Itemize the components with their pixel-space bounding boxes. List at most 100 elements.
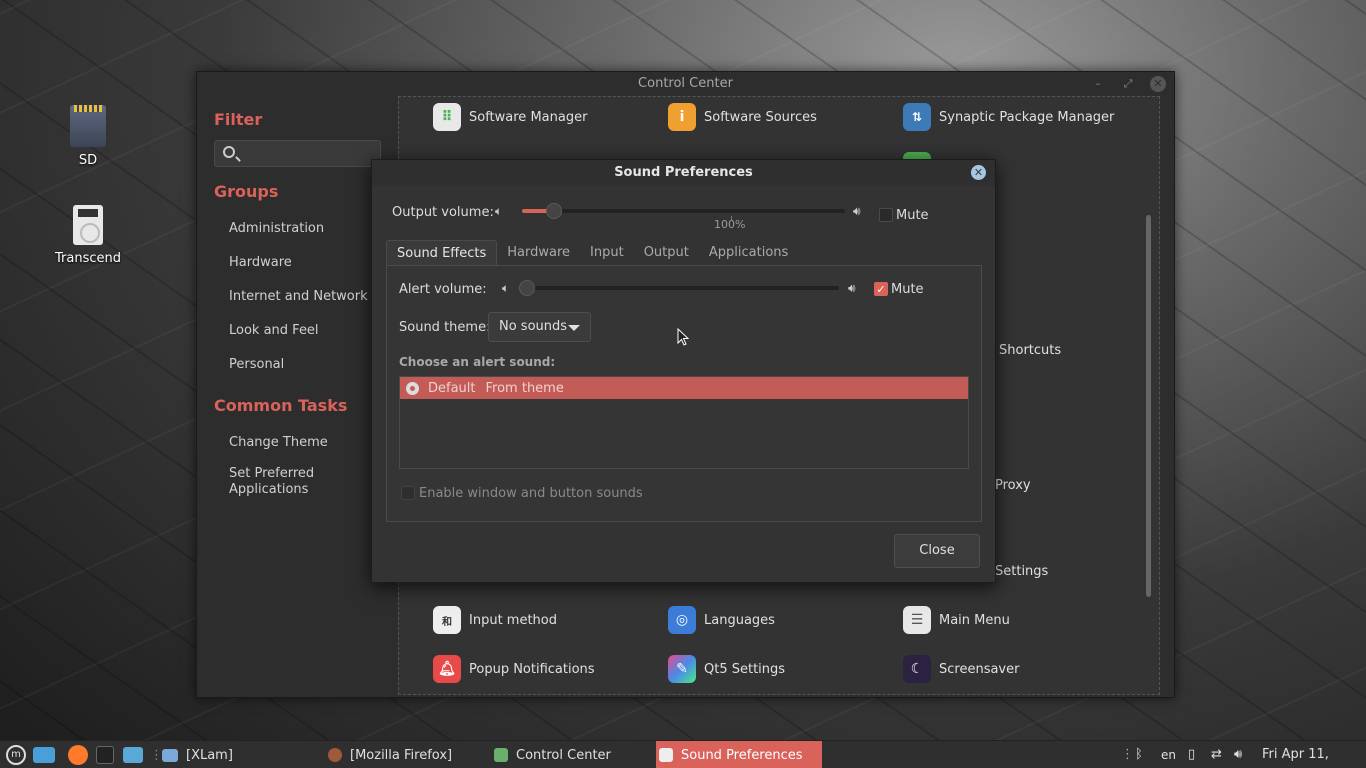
files-launcher[interactable]: [123, 741, 151, 768]
output-volume-handle[interactable]: [546, 203, 562, 219]
tab-input[interactable]: Input: [580, 240, 634, 266]
applet-label: Synaptic Package Manager: [939, 109, 1115, 125]
enable-window-sounds-label: Enable window and button sounds: [419, 486, 643, 501]
tab-hardware[interactable]: Hardware: [497, 240, 580, 266]
applet-label: Main Menu: [939, 612, 1010, 628]
tray-separator-icon: ⋮: [1121, 747, 1134, 762]
applet-qt5-settings[interactable]: ✎ Qt5 Settings: [668, 655, 785, 683]
applet-label: Screensaver: [939, 661, 1020, 677]
applet-popup-notifications[interactable]: 🔔︎ Popup Notifications: [433, 655, 595, 683]
desktop-icon: [33, 747, 55, 763]
desktop-icon-transcend[interactable]: Transcend: [48, 205, 128, 266]
filter-heading: Filter: [214, 110, 263, 129]
task-set-preferred-applications[interactable]: Set Preferred Applications: [214, 466, 314, 498]
group-internet-network[interactable]: Internet and Network: [214, 289, 368, 304]
taskbar-window-control-center[interactable]: Control Center: [494, 741, 611, 768]
tab-output[interactable]: Output: [634, 240, 699, 266]
sd-card-icon: [70, 105, 106, 147]
menu-button[interactable]: m: [4, 741, 28, 768]
applet-label: Input method: [469, 612, 557, 628]
scrollbar[interactable]: [1146, 215, 1151, 597]
maximize-icon[interactable]: ⤢: [1120, 76, 1136, 92]
clock[interactable]: Fri Apr 11, 01:37: [1262, 741, 1366, 768]
applet-software-sources[interactable]: i Software Sources: [668, 103, 817, 131]
applet-partial-shortcuts[interactable]: Shortcuts: [999, 336, 1061, 364]
mouse-cursor-icon: [677, 328, 689, 346]
task-label-line2: Applications: [229, 482, 309, 497]
applet-main-menu[interactable]: ☰ Main Menu: [903, 606, 1010, 634]
applet-partial-settings[interactable]: Settings: [995, 557, 1048, 585]
tab-applications[interactable]: Applications: [699, 240, 798, 266]
search-icon: [223, 146, 235, 158]
taskbar-window-sound-preferences[interactable]: Sound Preferences: [656, 741, 822, 768]
alert-sound-list: Default From theme: [399, 376, 969, 469]
common-tasks-heading: Common Tasks: [214, 396, 348, 415]
alert-mute-label: Mute: [891, 282, 924, 297]
dialog-titlebar[interactable]: Sound Preferences ✕: [372, 160, 995, 186]
applet-input-method[interactable]: 和 Input method: [433, 606, 557, 634]
desktop-icon-sd[interactable]: SD: [48, 105, 128, 168]
taskbar-window-label: [Mozilla Firefox]: [350, 747, 453, 763]
tab-bar: Sound Effects Hardware Input Output Appl…: [386, 240, 798, 266]
taskbar-window-label: Sound Preferences: [681, 747, 803, 763]
output-mute-label: Mute: [896, 208, 929, 223]
terminal-launcher[interactable]: [96, 741, 122, 768]
applet-synaptic[interactable]: ⇅ Synaptic Package Manager: [903, 103, 1114, 131]
close-icon[interactable]: ✕: [971, 165, 986, 180]
dialog-title: Sound Preferences: [614, 165, 753, 180]
group-look-and-feel[interactable]: Look and Feel: [214, 323, 319, 338]
group-hardware[interactable]: Hardware: [214, 255, 292, 270]
radio-selected-icon[interactable]: [406, 381, 419, 395]
alert-sound-row[interactable]: Default From theme: [400, 377, 968, 399]
folder-icon: [123, 747, 143, 763]
sound-theme-label: Sound theme:: [399, 320, 491, 335]
tab-sound-effects[interactable]: Sound Effects: [386, 240, 498, 266]
alert-mute-checkbox[interactable]: ✓: [874, 282, 888, 296]
applet-languages[interactable]: ◎ Languages: [668, 606, 775, 634]
output-volume-slider[interactable]: [522, 203, 845, 219]
control-center-icon: [494, 748, 508, 762]
search-input[interactable]: [243, 141, 378, 166]
keyboard-layout-indicator[interactable]: en: [1161, 741, 1176, 768]
show-desktop-button[interactable]: [33, 741, 63, 768]
paintbrush-icon: ✎: [668, 655, 696, 683]
volume-high-icon: 🔊︎: [848, 281, 856, 295]
choose-alert-label: Choose an alert sound:: [399, 355, 556, 369]
firefox-launcher[interactable]: [68, 741, 96, 768]
clipboard-icon[interactable]: ▯: [1188, 741, 1195, 768]
control-center-sidebar: Filter Groups Administration Hardware In…: [197, 96, 397, 697]
menu-editor-icon: ☰: [903, 606, 931, 634]
groups-heading: Groups: [214, 182, 279, 201]
applet-label: Proxy: [995, 477, 1031, 493]
applet-software-manager[interactable]: ⠿ Software Manager: [433, 103, 587, 131]
network-icon[interactable]: ⇄: [1211, 741, 1222, 768]
sound-theme-select[interactable]: No sounds: [488, 312, 591, 342]
task-label-line1: Set Preferred: [229, 466, 315, 481]
control-center-titlebar[interactable]: Control Center – ⤢ ✕: [197, 72, 1174, 96]
minimize-icon[interactable]: –: [1090, 76, 1106, 92]
alert-volume-handle[interactable]: [519, 280, 535, 296]
volume-icon[interactable]: 🔊︎: [1234, 741, 1242, 768]
alert-volume-slider[interactable]: [519, 280, 839, 296]
bluetooth-icon[interactable]: ᛒ: [1135, 741, 1143, 768]
group-personal[interactable]: Personal: [214, 357, 284, 372]
close-button[interactable]: Close: [894, 534, 980, 568]
applet-label: Popup Notifications: [469, 661, 595, 677]
enable-window-sounds-checkbox[interactable]: [401, 486, 415, 500]
close-icon[interactable]: ✕: [1150, 76, 1166, 92]
chevron-down-icon: [568, 325, 580, 331]
moon-icon: ☾: [903, 655, 931, 683]
firefox-icon: [68, 745, 88, 765]
synaptic-icon: ⇅: [903, 103, 931, 131]
group-administration[interactable]: Administration: [214, 221, 324, 236]
terminal-icon: [96, 746, 114, 764]
applet-screensaver[interactable]: ☾ Screensaver: [903, 655, 1019, 683]
search-field[interactable]: [214, 140, 381, 167]
window-title: Control Center: [638, 76, 733, 91]
output-mute-checkbox[interactable]: [879, 208, 893, 222]
taskbar-window-xlam[interactable]: [XLam]: [160, 741, 233, 768]
taskbar-window-firefox[interactable]: [Mozilla Firefox]: [328, 741, 452, 768]
task-change-theme[interactable]: Change Theme: [214, 435, 328, 450]
taskbar-window-label: Control Center: [516, 747, 611, 763]
applet-partial-proxy[interactable]: Proxy: [995, 471, 1031, 499]
